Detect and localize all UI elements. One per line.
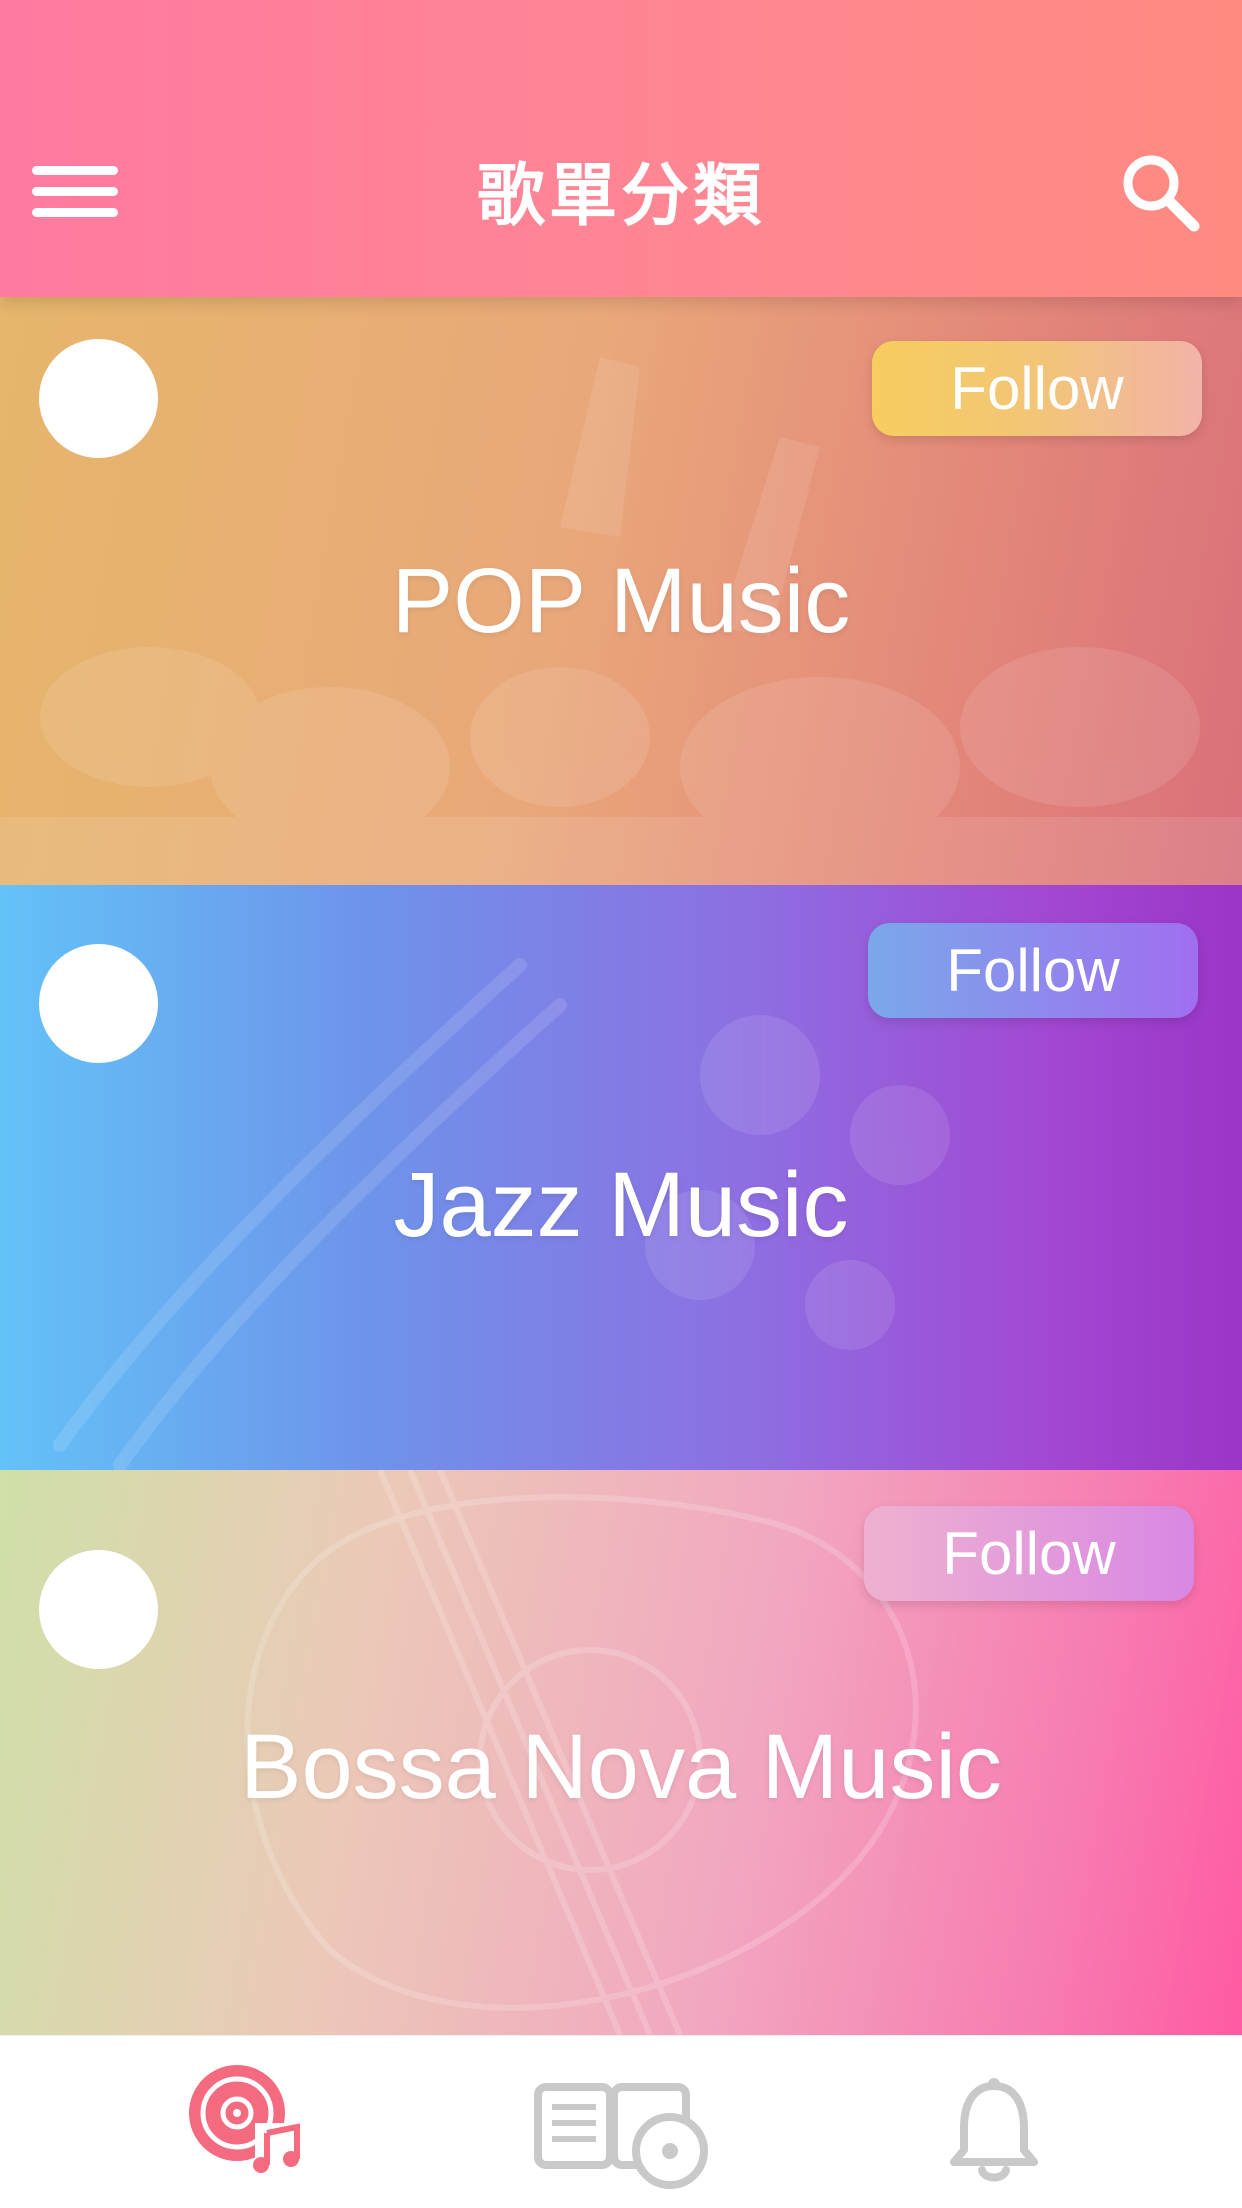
follow-button[interactable]: Follow: [864, 1506, 1194, 1601]
app-root: 歌單分類 Follow POP Music Follow Jazz Music …: [0, 0, 1242, 2208]
tab-notifications[interactable]: [828, 2036, 1242, 2208]
category-card-bossa-nova[interactable]: Follow Bossa Nova Music: [0, 1470, 1242, 2035]
category-avatar[interactable]: [39, 1550, 158, 1669]
category-title: Jazz Music: [393, 1154, 849, 1256]
tab-music[interactable]: [40, 2036, 454, 2208]
music-disc-icon: [189, 2065, 301, 2173]
bell-icon: [950, 2078, 1038, 2182]
book-disc-icon: [534, 2083, 708, 2189]
page-title: 歌單分類: [476, 157, 765, 236]
category-avatar[interactable]: [39, 339, 158, 458]
search-icon[interactable]: [1118, 150, 1204, 236]
category-title: Bossa Nova Music: [240, 1716, 1002, 1818]
category-avatar[interactable]: [39, 944, 158, 1063]
follow-button[interactable]: Follow: [872, 341, 1202, 436]
follow-button[interactable]: Follow: [868, 923, 1198, 1018]
category-card-pop[interactable]: Follow POP Music: [0, 297, 1242, 885]
tab-books[interactable]: [414, 2036, 828, 2208]
bottom-tab-bar: [0, 2035, 1242, 2208]
top-header: 歌單分類: [0, 0, 1242, 297]
category-card-jazz[interactable]: Follow Jazz Music: [0, 885, 1242, 1470]
category-title: POP Music: [391, 550, 851, 652]
